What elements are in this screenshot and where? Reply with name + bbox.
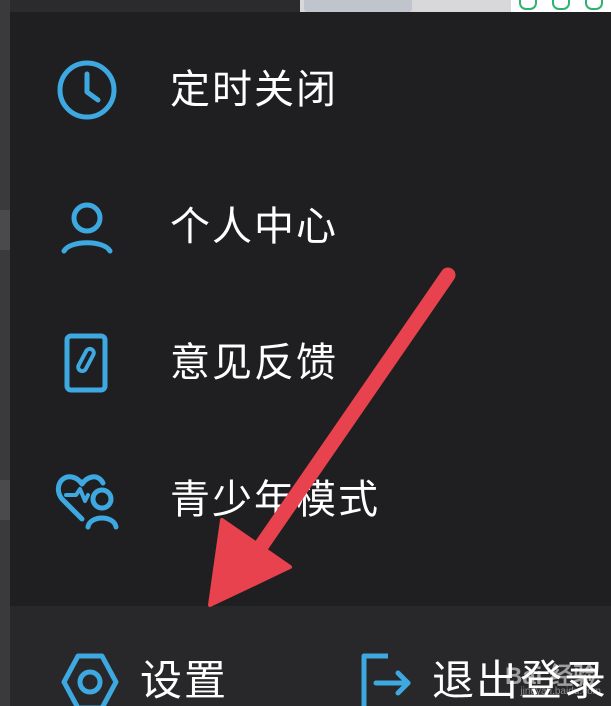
logout-button[interactable]: 退出登录 — [340, 606, 611, 706]
logout-icon — [352, 650, 416, 706]
toolbar-icon — [518, 0, 537, 10]
menu-item-personal-center[interactable]: 个人中心 — [10, 167, 611, 287]
background-band — [0, 210, 10, 250]
user-icon — [54, 194, 120, 260]
side-drawer-menu: 定时关闭 个人中心 意见反馈 青少年模式 — [10, 12, 611, 606]
menu-item-timer-close[interactable]: 定时关闭 — [10, 30, 611, 150]
logout-label: 退出登录 — [432, 656, 609, 705]
toolbar-icon — [585, 0, 604, 10]
feedback-icon — [54, 330, 120, 396]
menu-item-label: 个人中心 — [170, 204, 338, 250]
menu-item-feedback[interactable]: 意见反馈 — [10, 303, 611, 423]
menu-item-label: 定时关闭 — [170, 67, 338, 113]
settings-label: 设置 — [140, 656, 229, 705]
background-band — [0, 480, 10, 520]
background-app-edge — [0, 0, 10, 706]
background-toolbar — [300, 0, 611, 12]
menu-item-label: 青少年模式 — [170, 477, 380, 523]
background-toolbar-icons — [511, 0, 611, 12]
menu-item-youth-mode[interactable]: 青少年模式 — [10, 440, 611, 560]
toolbar-icon — [551, 0, 570, 10]
drawer-bottom-bar: 设置 退出登录 — [10, 606, 611, 706]
settings-button[interactable]: 设置 — [10, 606, 330, 706]
screenshot-stage: 定时关闭 个人中心 意见反馈 青少年模式 设置 退出登录 Bai 经验 jing… — [0, 0, 611, 706]
menu-item-label: 意见反馈 — [170, 340, 338, 386]
youth-mode-icon — [54, 467, 120, 533]
background-toolbar-button — [304, 0, 412, 12]
gear-icon — [58, 650, 122, 706]
clock-icon — [54, 57, 120, 123]
